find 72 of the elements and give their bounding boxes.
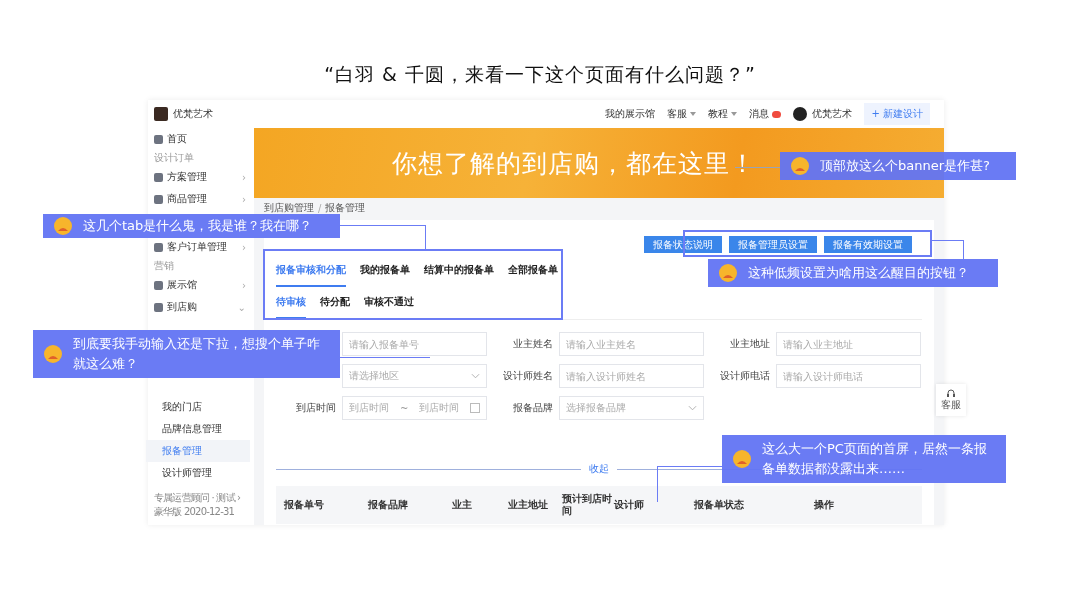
sidebar-item[interactable]: 方案管理 › [154, 169, 254, 185]
topbar-link[interactable]: 教程 [708, 107, 729, 121]
annotation-text: 这种低频设置为啥用这么醒目的按钮？ [748, 264, 969, 282]
annotation-text: 这么大一个PC页面的首屏，居然一条报备单数据都没露出来…… [762, 440, 988, 478]
input-field[interactable]: 请输入业主姓名 [559, 332, 704, 356]
column-header: 报备单状态 [694, 499, 745, 511]
customer-service-button[interactable]: 客服 [936, 384, 966, 416]
sidebar-footer-text: 豪华版 2020-12-31 [154, 505, 236, 519]
sad-face-icon [718, 263, 738, 283]
sidebar-subitem[interactable]: 设计师管理 [146, 462, 250, 484]
sub-tab[interactable]: 审核不通过 [364, 295, 414, 319]
column-header: 报备品牌 [368, 499, 409, 511]
sidebar-section-label: 营销 [154, 259, 175, 273]
tab[interactable]: 报备审核和分配 [276, 263, 346, 287]
caret-icon[interactable] [731, 112, 738, 116]
user-name[interactable]: 优梵艺术 [812, 107, 853, 121]
tab[interactable]: 我的报备单 [360, 263, 410, 287]
input-field[interactable]: 请输入设计师姓名 [559, 364, 704, 388]
column-header: 操作 [814, 499, 835, 511]
sidebar-item[interactable]: 客户订单管理 › [154, 239, 254, 255]
annotation-text: 到底要我手动输入还是下拉，想搜个单子咋就这么难？ [73, 335, 321, 373]
sad-face-icon [43, 344, 63, 364]
sub-tab[interactable]: 待审核 [276, 295, 306, 319]
filter-label: 报备品牌 [513, 402, 553, 413]
settings-button[interactable]: 报备管理员设置 [729, 236, 817, 253]
filter-label: 设计师电话 [720, 370, 770, 381]
sad-face-icon [732, 449, 752, 469]
column-header: 业主地址 [508, 499, 549, 511]
caret-icon[interactable] [690, 112, 697, 116]
sidebar-subitem[interactable]: 品牌信息管理 [146, 418, 250, 440]
topbar-link[interactable]: 我的展示馆 [605, 107, 656, 121]
sidebar-footer-text: 专属运营顾问 · 测试 › [154, 491, 242, 505]
avatar-icon[interactable] [793, 107, 808, 121]
sub-tab[interactable]: 待分配 [320, 295, 350, 319]
slide-title: “白羽 & 千圆，来看一下这个页面有什么问题？” [323, 62, 757, 87]
breadcrumb-item: 报备管理 [325, 201, 366, 215]
new-design-button[interactable]: + 新建设计 [864, 103, 930, 125]
column-header: 设计师 [614, 499, 645, 511]
sidebar-item[interactable]: 展示馆 › [154, 277, 254, 293]
column-header: 业主 [452, 499, 473, 511]
sad-face-icon [53, 216, 73, 236]
sidebar-item[interactable]: 首页 [154, 131, 254, 147]
input-field[interactable]: 请输入业主地址 [776, 332, 921, 356]
brand-logo-icon [154, 107, 168, 121]
chevron-down-icon [471, 373, 480, 379]
column-header: 报备单号 [284, 499, 325, 511]
input-field[interactable]: 请输入报备单号 [342, 332, 487, 356]
filter-label: 到店时间 [296, 402, 336, 413]
breadcrumb-separator: / [318, 202, 322, 214]
filter-label: 业主地址 [730, 338, 770, 349]
topbar-link[interactable]: 客服 [667, 107, 688, 121]
column-header: 预计到店时间 [562, 493, 613, 517]
tab[interactable]: 全部报备单 [508, 263, 558, 287]
tab[interactable]: 结算中的报备单 [424, 263, 494, 287]
input-field[interactable]: 请输入设计师电话 [776, 364, 921, 388]
collapse-link[interactable]: 收起 [589, 462, 609, 476]
sidebar-subitem[interactable]: 报备管理 [146, 440, 250, 462]
brand-name: 优梵艺术 [173, 107, 213, 121]
headset-icon [946, 388, 956, 398]
sidebar-item[interactable]: 到店购 ⌄ [154, 299, 254, 315]
sidebar-section-label: 设计订单 [154, 151, 195, 165]
annotation-text: 这几个tab是什么鬼，我是谁？我在哪？ [83, 217, 313, 235]
messages-link[interactable]: 消息 [749, 107, 770, 121]
settings-button[interactable]: 报备有效期设置 [824, 236, 912, 253]
filter-label: 业主姓名 [513, 338, 553, 349]
sad-face-icon [790, 156, 810, 176]
chevron-down-icon [688, 405, 697, 411]
sidebar-subitem[interactable]: 我的门店 [146, 396, 250, 418]
leader-line [735, 167, 780, 168]
filter-label: 设计师姓名 [503, 370, 553, 381]
breadcrumb-item[interactable]: 到店购管理 [264, 201, 314, 215]
sidebar-item[interactable]: 商品管理 › [154, 191, 254, 207]
